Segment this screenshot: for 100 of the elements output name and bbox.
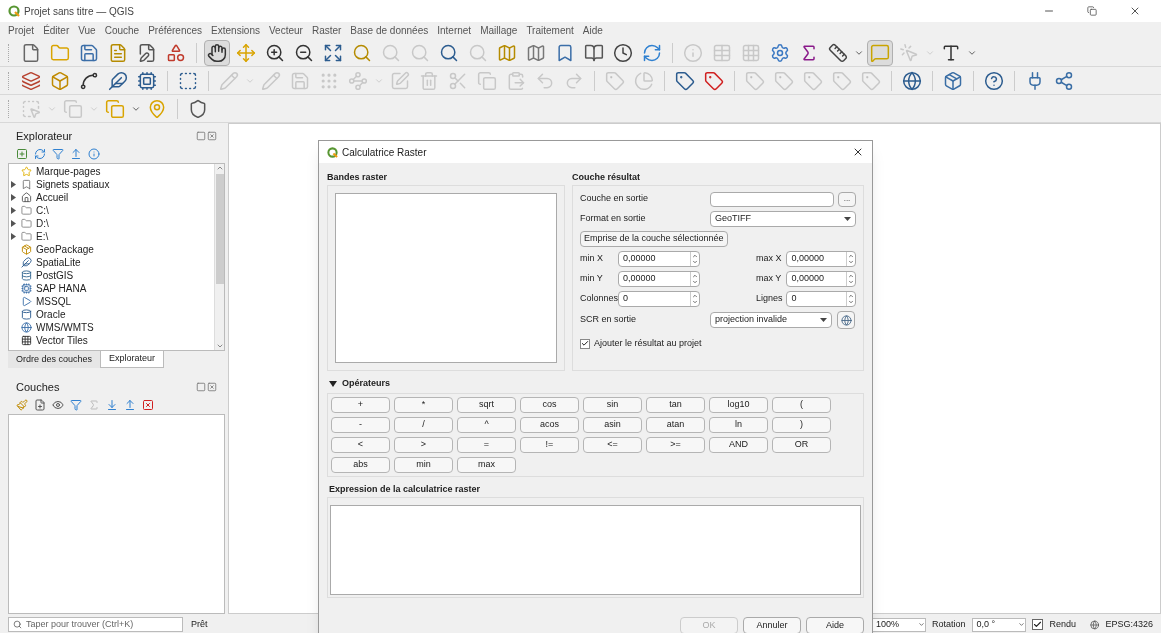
operator-button[interactable]: ln xyxy=(709,417,768,433)
filter-icon[interactable] xyxy=(70,399,82,411)
tree-item[interactable]: WMS/WMTS xyxy=(36,320,94,335)
operator-button[interactable]: atan xyxy=(646,417,705,433)
expand-arrow-icon[interactable] xyxy=(11,220,16,227)
spin-arrows-icon[interactable] xyxy=(690,252,699,266)
eye-icon[interactable] xyxy=(52,399,64,411)
operator-button[interactable]: max xyxy=(457,457,516,473)
operator-button[interactable]: ( xyxy=(772,397,831,413)
expand-arrow-icon[interactable] xyxy=(11,233,16,240)
expand-arrow-icon[interactable] xyxy=(11,207,16,214)
toolbar-handle-icon[interactable] xyxy=(8,99,11,118)
operator-button[interactable]: sqrt xyxy=(457,397,516,413)
tree-item[interactable]: Marque-pages xyxy=(36,164,101,179)
menu-item[interactable]: Projet xyxy=(8,23,35,38)
operator-button[interactable]: + xyxy=(331,397,390,413)
menu-item[interactable]: Préférences xyxy=(148,23,203,38)
crs-dropdown[interactable]: projection invalide xyxy=(710,312,832,328)
scale-field[interactable]: 100% xyxy=(871,617,926,632)
remove-layer-icon[interactable] xyxy=(142,399,154,411)
operator-button[interactable]: - xyxy=(331,417,390,433)
spin-box[interactable]: 0,00000 xyxy=(618,271,700,287)
scroll-up-icon[interactable] xyxy=(215,164,224,172)
toolbar-handle-icon[interactable] xyxy=(8,71,11,90)
close-icon[interactable] xyxy=(852,146,864,158)
menu-item[interactable]: Extensions xyxy=(211,23,260,38)
spin-arrows-icon[interactable] xyxy=(846,252,855,266)
spin-arrows-icon[interactable] xyxy=(690,292,699,306)
tree-item[interactable]: C:\ xyxy=(36,203,49,218)
float-icon[interactable] xyxy=(196,131,206,141)
operator-button[interactable]: < xyxy=(331,437,390,453)
add-icon[interactable] xyxy=(16,148,28,160)
scroll-down-icon[interactable] xyxy=(215,342,224,350)
spin-box[interactable]: 0 xyxy=(786,291,856,307)
tree-item[interactable]: GeoPackage xyxy=(36,242,94,257)
collapse-arrow-icon[interactable] xyxy=(329,381,337,387)
brush-icon[interactable] xyxy=(16,399,28,411)
menu-item[interactable]: Vue xyxy=(78,23,96,38)
panel-tab[interactable]: Ordre des couches xyxy=(8,351,101,368)
operator-button[interactable]: acos xyxy=(520,417,579,433)
spin-box[interactable]: 0,00000 xyxy=(786,251,856,267)
scrollbar[interactable] xyxy=(214,164,224,350)
search-field[interactable]: Taper pour trouver (Ctrl+K) xyxy=(8,617,183,632)
spin-arrows-icon[interactable] xyxy=(1018,621,1026,628)
toolbar-handle-icon[interactable] xyxy=(8,43,11,62)
operator-button[interactable]: abs xyxy=(331,457,390,473)
collapse-all-icon[interactable] xyxy=(124,399,136,411)
expand-arrow-icon[interactable] xyxy=(11,194,16,201)
menu-item[interactable]: Base de données xyxy=(350,23,429,38)
operator-button[interactable]: ^ xyxy=(457,417,516,433)
tree-item[interactable]: MSSQL xyxy=(36,294,71,309)
operator-button[interactable]: log10 xyxy=(709,397,768,413)
refresh-icon[interactable] xyxy=(34,148,46,160)
operator-button[interactable]: != xyxy=(520,437,579,453)
spin-box[interactable]: 0,00000 xyxy=(786,271,856,287)
rotation-field[interactable]: 0,0 ° xyxy=(971,617,1027,632)
crs-button[interactable] xyxy=(837,311,855,329)
collapse-icon[interactable] xyxy=(70,148,82,160)
panel-tab[interactable]: Explorateur xyxy=(100,351,165,368)
operator-button[interactable]: / xyxy=(394,417,453,433)
operator-button[interactable]: min xyxy=(394,457,453,473)
menu-item[interactable]: Vecteur xyxy=(269,23,303,38)
spin-arrows-icon[interactable] xyxy=(846,272,855,286)
operator-button[interactable]: >= xyxy=(646,437,705,453)
checkbox[interactable] xyxy=(580,338,590,349)
operator-button[interactable]: > xyxy=(394,437,453,453)
menu-item[interactable]: Couche xyxy=(104,23,140,38)
operator-button[interactable]: tan xyxy=(646,397,705,413)
info-icon[interactable] xyxy=(88,148,100,160)
menu-item[interactable]: Aide xyxy=(582,23,603,38)
operator-button[interactable]: sin xyxy=(583,397,642,413)
browse-button[interactable]: ... xyxy=(838,191,856,207)
crs-label[interactable]: EPSG:4326 xyxy=(1105,617,1153,632)
extent-button[interactable]: Emprise de la couche sélectionnée xyxy=(580,231,728,247)
operator-button[interactable]: * xyxy=(394,397,453,413)
render-checkbox[interactable] xyxy=(1032,619,1044,630)
tree-item[interactable]: SpatiaLite xyxy=(36,255,81,270)
operator-button[interactable]: cos xyxy=(520,397,579,413)
dropdown-arrow-icon[interactable] xyxy=(820,318,827,322)
spin-box[interactable]: 0,00000 xyxy=(618,251,700,267)
operator-button[interactable]: OR xyxy=(772,437,831,453)
tree-item[interactable]: SAP HANA xyxy=(36,281,87,296)
operator-button[interactable]: ) xyxy=(772,417,831,433)
globe-icon[interactable] xyxy=(1090,619,1100,630)
spin-arrows-icon[interactable] xyxy=(690,272,699,286)
format-dropdown[interactable]: GeoTIFF xyxy=(710,211,856,227)
dialog-button[interactable]: Annuler xyxy=(743,617,801,633)
menu-item[interactable]: Maillage xyxy=(480,23,518,38)
operator-button[interactable]: = xyxy=(457,437,516,453)
menu-item[interactable]: Traitement xyxy=(526,23,574,38)
expand-arrow-icon[interactable] xyxy=(11,181,16,188)
tree-item[interactable]: PostGIS xyxy=(36,268,74,283)
spin-box[interactable]: 0 xyxy=(618,291,700,307)
tree-item[interactable]: Vector Tiles xyxy=(36,333,88,348)
add-group-icon[interactable] xyxy=(34,399,46,411)
tree-item[interactable]: D:\ xyxy=(36,216,49,231)
operator-button[interactable]: AND xyxy=(709,437,768,453)
operator-button[interactable]: asin xyxy=(583,417,642,433)
close-icon[interactable] xyxy=(1129,5,1141,17)
toolbar-button[interactable] xyxy=(204,39,230,66)
